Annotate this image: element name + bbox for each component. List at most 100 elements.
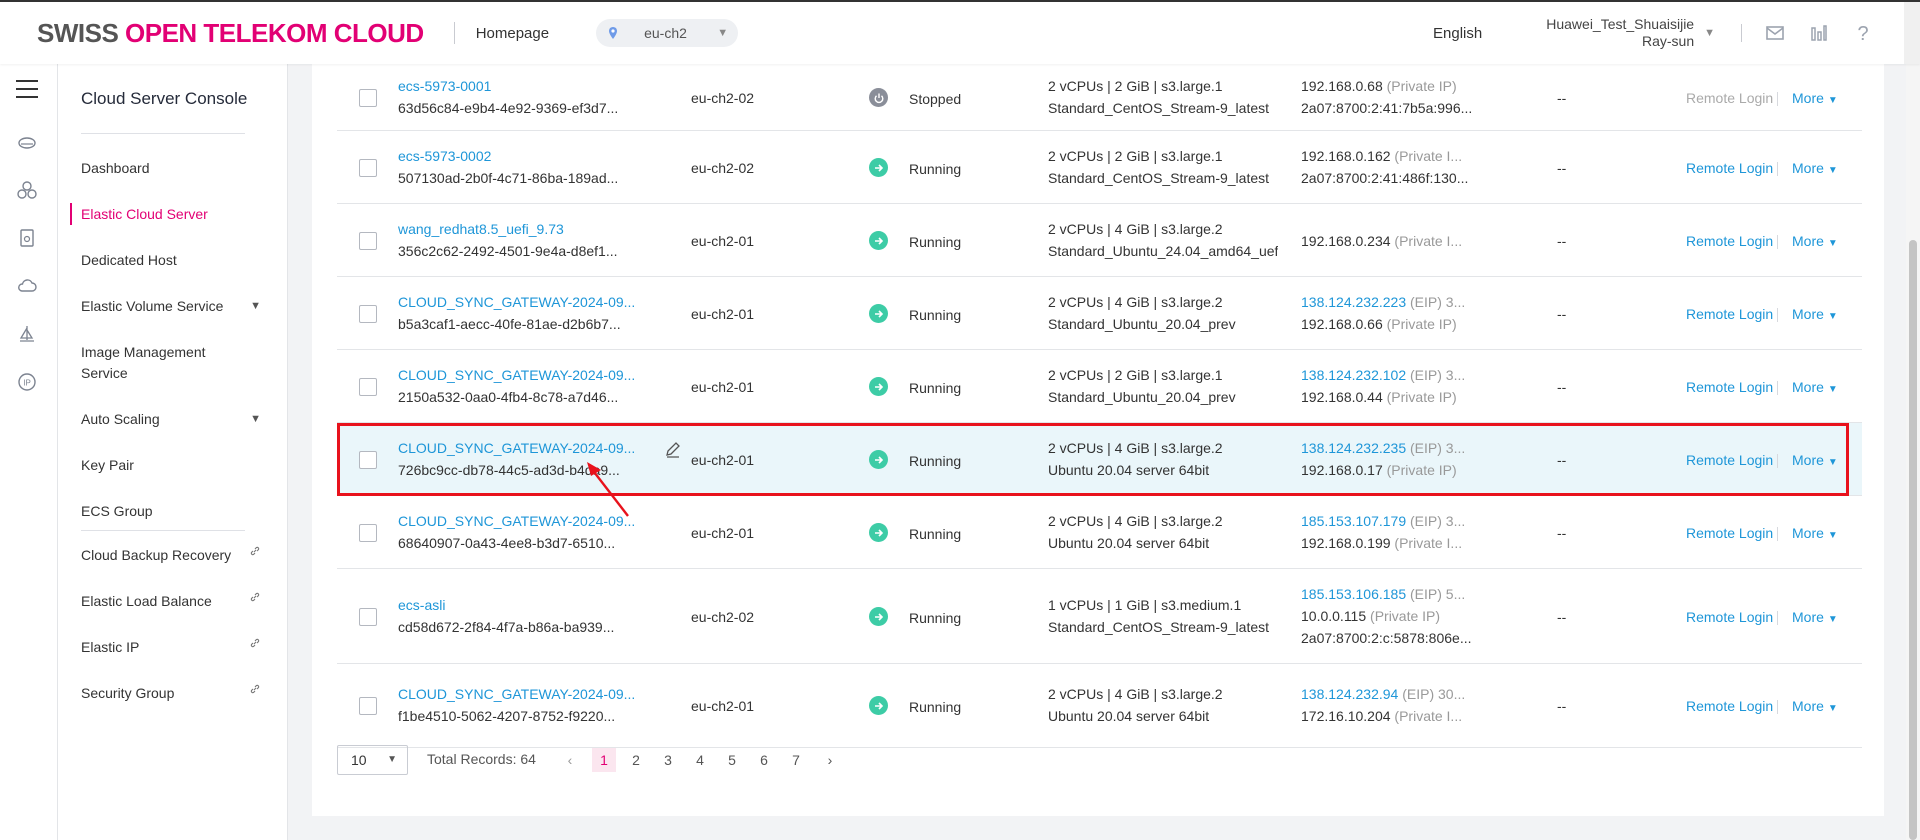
- ip-address-primary: 185.153.106.185 (EIP) 5...: [1301, 586, 1475, 602]
- remote-login-link[interactable]: Remote Login: [1686, 698, 1773, 714]
- row-checkbox[interactable]: [359, 378, 377, 396]
- server-name-link[interactable]: ecs-asli: [398, 597, 445, 613]
- operation-divider: [1777, 700, 1778, 714]
- server-id: 63d56c84-e9b4-4e92-9369-ef3d7...: [398, 100, 619, 116]
- ip-type: (EIP) 30...: [1398, 686, 1466, 702]
- page-number[interactable]: 6: [752, 748, 776, 772]
- row-checkbox[interactable]: [359, 89, 377, 107]
- logo[interactable]: SWISS OPEN TELEKOM CLOUD: [37, 18, 424, 49]
- eip-link[interactable]: 185.153.107.179: [1301, 513, 1406, 529]
- eip-link[interactable]: 138.124.232.223: [1301, 294, 1406, 310]
- region-selector[interactable]: eu-ch2 ▼: [596, 19, 739, 47]
- spec-flavor: 2 vCPUs | 4 GiB | s3.large.2: [1048, 221, 1223, 237]
- more-label: More: [1792, 160, 1824, 176]
- annotation-arrow-icon: [587, 462, 629, 517]
- sidebar-item-elastic-volume-service[interactable]: Elastic Volume Service ▼: [81, 296, 261, 317]
- stats-icon[interactable]: [1808, 22, 1830, 44]
- more-actions-dropdown[interactable]: More ▼: [1792, 609, 1838, 625]
- sidebar-item-elastic-ip[interactable]: Elastic IP: [81, 637, 261, 658]
- server-name-link[interactable]: wang_redhat8.5_uefi_9.73: [398, 221, 564, 237]
- page-number[interactable]: 4: [688, 748, 712, 772]
- server-name-link[interactable]: CLOUD_SYNC_GATEWAY-2024-09...: [398, 686, 635, 702]
- table-row[interactable]: CLOUD_SYNC_GATEWAY-2024-09... 68640907-0…: [337, 496, 1862, 569]
- remote-login-link[interactable]: Remote Login: [1686, 160, 1773, 176]
- server-name-link[interactable]: ecs-5973-0002: [398, 148, 491, 164]
- table-row[interactable]: ecs-5973-0002 507130ad-2b0f-4c71-86ba-18…: [337, 131, 1862, 204]
- server-id: 68640907-0a43-4ee8-b3d7-6510...: [398, 535, 616, 551]
- remote-login-link[interactable]: Remote Login: [1686, 306, 1773, 322]
- cloud-icon[interactable]: [17, 276, 37, 296]
- row-checkbox[interactable]: [359, 524, 377, 542]
- page-number[interactable]: 7: [784, 748, 808, 772]
- network-service-icon[interactable]: [17, 180, 37, 200]
- cloud-service-icon[interactable]: [17, 132, 37, 152]
- remote-login-link[interactable]: Remote Login: [1686, 525, 1773, 541]
- more-actions-dropdown[interactable]: More ▼: [1792, 379, 1838, 395]
- ip-address-primary: 192.168.0.234 (Private I...: [1301, 233, 1475, 249]
- table-row[interactable]: ecs-asli cd58d672-2f84-4f7a-b86a-ba939..…: [337, 569, 1862, 664]
- row-checkbox[interactable]: [359, 232, 377, 250]
- language-switcher[interactable]: English: [1433, 25, 1482, 42]
- homepage-link[interactable]: Homepage: [476, 25, 549, 42]
- table-row[interactable]: CLOUD_SYNC_GATEWAY-2024-09... f1be4510-5…: [337, 664, 1862, 748]
- remote-login-link[interactable]: Remote Login: [1686, 379, 1773, 395]
- eip-link[interactable]: 138.124.232.102: [1301, 367, 1406, 383]
- more-actions-dropdown[interactable]: More ▼: [1792, 160, 1838, 176]
- eip-link[interactable]: 138.124.232.94: [1301, 686, 1398, 702]
- sidebar-item-elastic-load-balance[interactable]: Elastic Load Balance: [81, 591, 261, 612]
- scrollbar-thumb[interactable]: [1909, 240, 1917, 840]
- ip-service-icon[interactable]: IP: [17, 372, 37, 392]
- server-name-link[interactable]: ecs-5973-0001: [398, 78, 491, 94]
- more-label: More: [1792, 233, 1824, 249]
- page-number[interactable]: 1: [592, 748, 616, 772]
- table-row[interactable]: CLOUD_SYNC_GATEWAY-2024-09... b5a3caf1-a…: [337, 277, 1862, 350]
- row-checkbox[interactable]: [359, 159, 377, 177]
- storage-service-icon[interactable]: [17, 228, 37, 248]
- sidebar-item-elastic-cloud-server[interactable]: Elastic Cloud Server: [81, 204, 261, 225]
- more-label: More: [1792, 609, 1824, 625]
- prev-page-icon[interactable]: ‹: [558, 748, 582, 772]
- more-actions-dropdown[interactable]: More ▼: [1792, 525, 1838, 541]
- server-id: 507130ad-2b0f-4c71-86ba-189ad...: [398, 170, 619, 186]
- chevron-down-icon[interactable]: ▼: [1704, 27, 1715, 39]
- server-id: cd58d672-2f84-4f7a-b86a-ba939...: [398, 619, 615, 635]
- more-actions-dropdown[interactable]: More ▼: [1792, 698, 1838, 714]
- more-actions-dropdown[interactable]: More ▼: [1792, 306, 1838, 322]
- row-checkbox[interactable]: [359, 608, 377, 626]
- sidebar-item-auto-scaling[interactable]: Auto Scaling ▼: [81, 409, 261, 430]
- more-actions-dropdown[interactable]: More ▼: [1792, 90, 1838, 106]
- next-page-icon[interactable]: ›: [818, 748, 842, 772]
- mail-icon[interactable]: [1764, 22, 1786, 44]
- server-name-link[interactable]: CLOUD_SYNC_GATEWAY-2024-09...: [398, 367, 635, 383]
- row-checkbox[interactable]: [359, 305, 377, 323]
- eip-link[interactable]: 185.153.106.185: [1301, 586, 1406, 602]
- sidebar-item-ecs-group[interactable]: ECS Group: [81, 501, 261, 522]
- sail-service-icon[interactable]: [17, 324, 37, 344]
- more-actions-dropdown[interactable]: More ▼: [1792, 233, 1838, 249]
- sidebar-item-key-pair[interactable]: Key Pair: [81, 455, 261, 476]
- user-account-menu[interactable]: Huawei_Test_Shuaisijie Ray-sun: [1546, 16, 1694, 50]
- remote-login-link[interactable]: Remote Login: [1686, 90, 1773, 106]
- page-size-select[interactable]: 10 ▼: [337, 745, 408, 775]
- page-number[interactable]: 2: [624, 748, 648, 772]
- sidebar-item-dashboard[interactable]: Dashboard: [81, 158, 261, 179]
- sidebar-item-cloud-backup-recovery[interactable]: Cloud Backup Recovery: [81, 545, 261, 566]
- page-number[interactable]: 5: [720, 748, 744, 772]
- help-icon[interactable]: ?: [1852, 22, 1874, 44]
- page-scrollbar[interactable]: [1906, 64, 1920, 840]
- table-row[interactable]: wang_redhat8.5_uefi_9.73 356c2c62-2492-4…: [337, 204, 1862, 277]
- page-number[interactable]: 3: [656, 748, 680, 772]
- sidebar-item-dedicated-host[interactable]: Dedicated Host: [81, 250, 261, 271]
- server-name-link[interactable]: CLOUD_SYNC_GATEWAY-2024-09...: [398, 294, 635, 310]
- operation-divider: [1777, 381, 1778, 395]
- remote-login-link[interactable]: Remote Login: [1686, 233, 1773, 249]
- sidebar-item-security-group[interactable]: Security Group: [81, 683, 261, 704]
- table-row[interactable]: ecs-5973-0001 63d56c84-e9b4-4e92-9369-ef…: [337, 64, 1862, 131]
- svg-text:?: ?: [1857, 23, 1868, 43]
- hamburger-menu-icon[interactable]: [16, 80, 38, 100]
- sidebar-item-label: Auto Scaling: [81, 411, 160, 427]
- row-checkbox[interactable]: [359, 697, 377, 715]
- table-row[interactable]: CLOUD_SYNC_GATEWAY-2024-09... 2150a532-0…: [337, 350, 1862, 423]
- remote-login-link[interactable]: Remote Login: [1686, 609, 1773, 625]
- sidebar-item-image-management-service[interactable]: Image Management Service: [81, 342, 261, 384]
